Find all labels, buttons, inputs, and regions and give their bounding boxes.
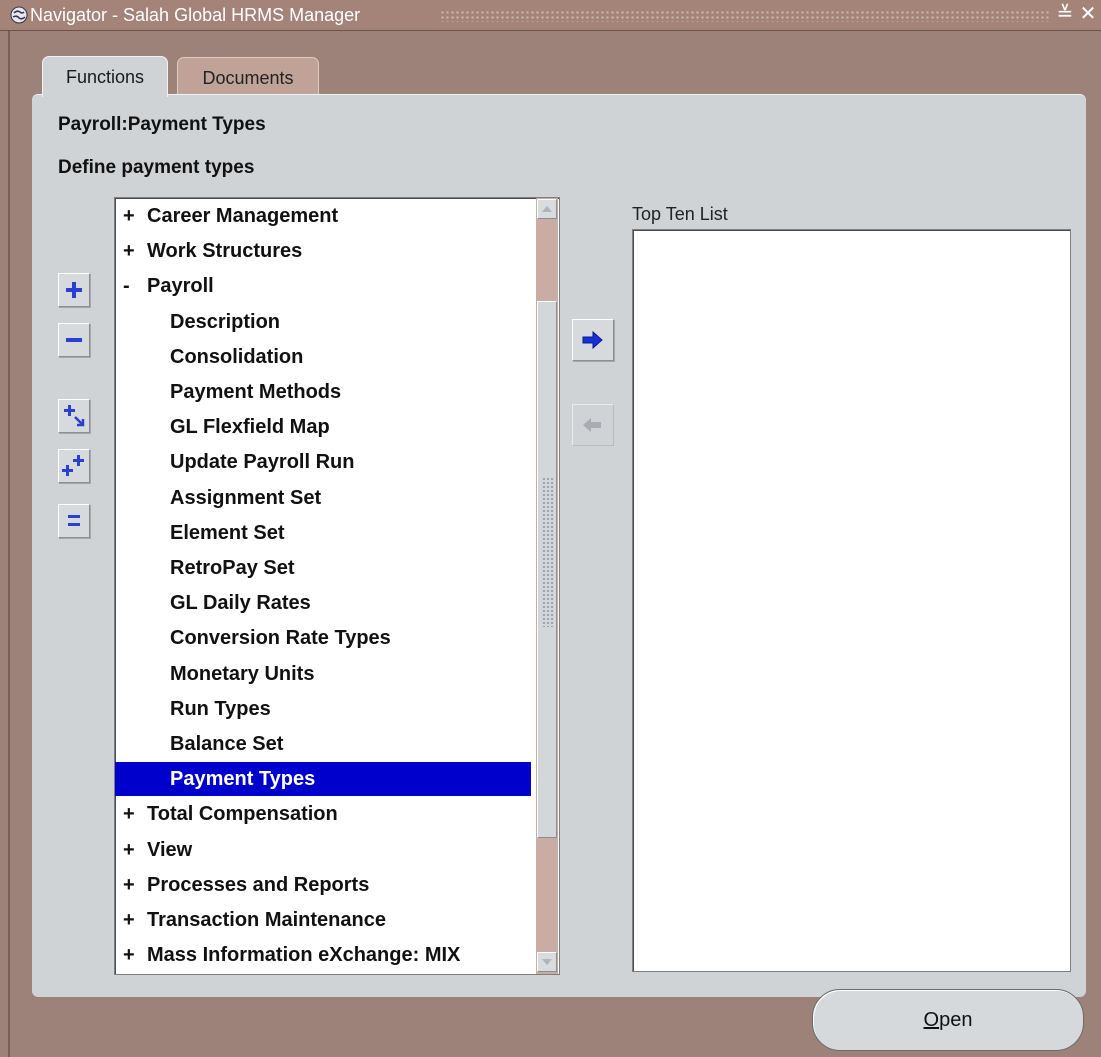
scroll-down-icon	[542, 959, 552, 965]
minimize-icon[interactable]: ≚	[1055, 3, 1075, 25]
tree-item[interactable]: Consolidation	[115, 340, 531, 374]
tree-item[interactable]: + Total Compensation	[115, 797, 531, 831]
expand-node-icon[interactable]: +	[123, 938, 137, 972]
tree-item[interactable]: + Processes and Reports	[115, 868, 531, 902]
tree-item[interactable]: RetroPay Set	[115, 551, 531, 585]
tree-item[interactable]: + Mass Information eXchange: MIX	[115, 938, 531, 972]
tab-documents[interactable]: Documents	[177, 57, 319, 98]
tree-item[interactable]: Element Set	[115, 516, 531, 550]
collapse-all-icon	[68, 515, 80, 526]
tree-item-label: Work Structures	[147, 240, 303, 263]
scroll-up-button[interactable]	[537, 199, 557, 219]
expand-node-icon[interactable]: +	[123, 833, 137, 867]
tree-item-label: View	[147, 838, 193, 861]
tree-item-label: Monetary Units	[170, 662, 315, 685]
tree-item-label: Balance Set	[170, 733, 284, 755]
function-description: Define payment types	[58, 157, 255, 178]
function-tree[interactable]: + Career Management + Work Structures - Payro…	[114, 197, 560, 975]
expand-node-icon[interactable]: +	[123, 234, 137, 268]
title-bar: Navigator - Salah Global HRMS Manager ≚ …	[0, 0, 1101, 31]
open-button[interactable]: Open	[812, 989, 1084, 1051]
tree-item-label: Update Payroll Run	[170, 451, 355, 474]
arrow-left-icon	[583, 418, 601, 432]
tree-item-label: Assignment Set	[170, 486, 322, 509]
oracle-globe-icon	[10, 6, 28, 24]
tree-item-label: Transaction Maintenance	[147, 909, 386, 931]
window-title: Navigator - Salah Global HRMS Manager	[30, 5, 361, 25]
collapse-all-button[interactable]	[58, 504, 90, 538]
tree-item[interactable]: + Transaction Maintenance	[115, 903, 531, 937]
function-name-heading: Payroll:Payment Types	[58, 114, 266, 135]
tree-item-label: Processes and Reports	[147, 873, 370, 896]
tree-item-label: Description	[170, 310, 281, 333]
open-button-label: pen	[939, 1009, 973, 1031]
close-icon[interactable]: ✕	[1078, 3, 1098, 25]
tree-item-label: Payment Methods	[170, 381, 342, 403]
tree-item-label: Total Compensation	[147, 803, 338, 826]
top-ten-list[interactable]	[632, 229, 1071, 972]
expand-node-icon[interactable]: +	[123, 868, 137, 902]
tree-item[interactable]: GL Daily Rates	[115, 586, 531, 620]
remove-from-top-ten-button[interactable]	[572, 404, 614, 446]
tree-item[interactable]: Payment Methods	[115, 375, 531, 409]
open-button-mnemonic: O	[923, 1009, 940, 1031]
expand-node-icon[interactable]: +	[123, 903, 137, 937]
tree-item[interactable]: Assignment Set	[115, 481, 531, 515]
tree-item[interactable]: + Career Management	[115, 199, 531, 233]
tree-item[interactable]: + View	[115, 833, 531, 867]
tree-item-label: Mass Information eXchange: MIX	[147, 944, 461, 967]
tree-item[interactable]: Balance Set	[115, 727, 531, 761]
tree-item[interactable]: GL Flexfield Map	[115, 410, 531, 444]
tree-item[interactable]: Description	[115, 305, 531, 339]
tree-item[interactable]: - Payroll	[115, 269, 531, 303]
tree-item-label: GL Daily Rates	[170, 592, 311, 615]
tree-item-label: Payroll	[147, 275, 214, 298]
expand-branch-icon	[64, 405, 85, 427]
expand-node-icon[interactable]: +	[123, 797, 137, 831]
tree-item-label: Run Types	[170, 697, 271, 720]
tree-scrollbar[interactable]	[536, 198, 558, 974]
expand-branch-button[interactable]	[58, 399, 90, 433]
expand-icon	[66, 282, 82, 298]
tree-item[interactable]: Run Types	[115, 692, 531, 726]
tree-item-label: Consolidation	[170, 345, 304, 368]
collapse-icon	[66, 338, 82, 342]
expand-all-button[interactable]	[58, 449, 90, 483]
scroll-up-icon	[542, 206, 552, 212]
scroll-grip	[542, 477, 554, 627]
title-bar-grip	[440, 10, 1050, 22]
expand-all-icon	[62, 455, 84, 476]
collapse-button[interactable]	[58, 323, 90, 357]
top-ten-label: Top Ten List	[632, 204, 728, 224]
tree-item[interactable]: Monetary Units	[115, 657, 531, 691]
tree-item-label: Payment Types	[170, 768, 316, 791]
tree-item-label: GL Flexfield Map	[170, 416, 330, 439]
scroll-down-button[interactable]	[537, 952, 557, 972]
tree-item-label: Element Set	[170, 521, 285, 544]
tree-item-label: Conversion Rate Types	[170, 627, 391, 650]
tree-item[interactable]: Update Payroll Run	[115, 445, 531, 479]
scroll-thumb[interactable]	[537, 301, 557, 838]
tree-item-label: RetroPay Set	[170, 557, 295, 579]
tree-item[interactable]: + Work Structures	[115, 234, 531, 268]
tree-item[interactable]: Payment Types	[115, 762, 531, 797]
arrow-right-icon	[582, 330, 603, 350]
expand-node-icon[interactable]: +	[123, 199, 137, 233]
expand-button[interactable]	[58, 273, 90, 307]
add-to-top-ten-button[interactable]	[572, 319, 614, 361]
tree-item-label: Career Management	[147, 205, 339, 227]
collapse-node-icon[interactable]: -	[123, 269, 137, 303]
tree-item[interactable]: Conversion Rate Types	[115, 621, 531, 655]
tab-functions[interactable]: Functions	[42, 56, 168, 97]
